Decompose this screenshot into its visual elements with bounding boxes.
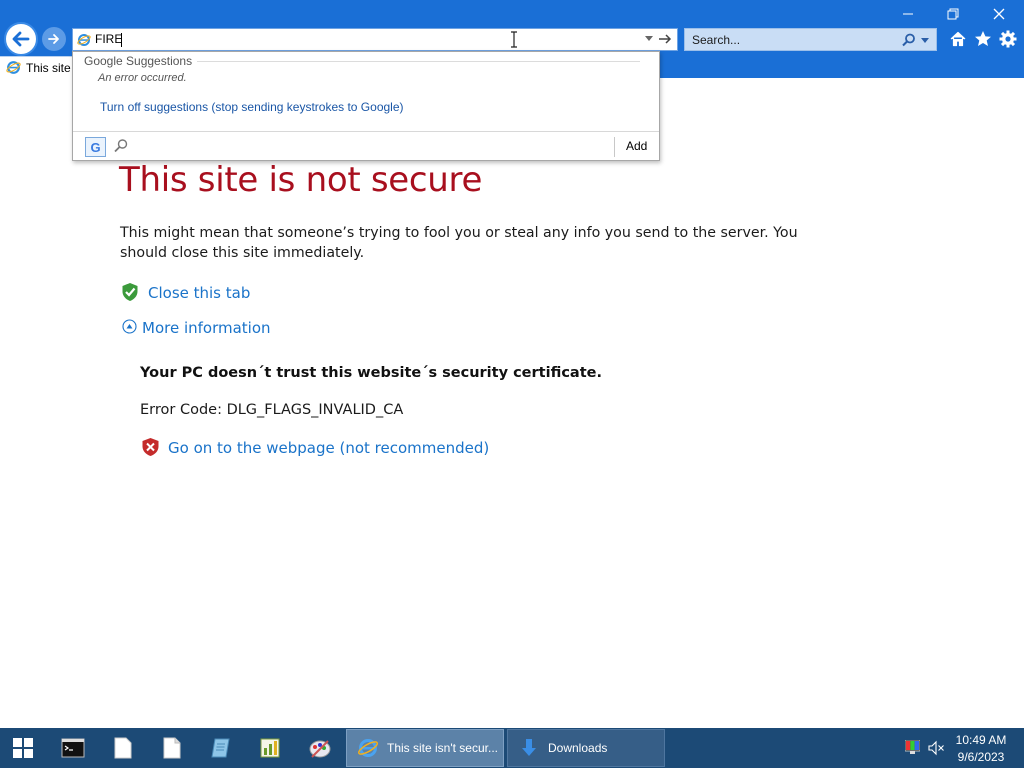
- paint-icon: [309, 740, 331, 758]
- document-icon: [163, 737, 181, 759]
- tab-this-site[interactable]: This site: [0, 56, 72, 78]
- red-shield-x-icon: [142, 438, 159, 456]
- text-caret: [121, 33, 122, 47]
- text-cursor-icon: [511, 31, 517, 48]
- restore-button[interactable]: [941, 4, 965, 24]
- go-arrow-icon[interactable]: [657, 31, 673, 47]
- green-shield-check-icon: [122, 283, 138, 301]
- taskbar-paint[interactable]: [297, 728, 343, 768]
- close-tab-link[interactable]: Close this tab: [148, 284, 250, 302]
- tab-label: This site: [26, 61, 71, 75]
- error-code: Error Code: DLG_FLAGS_INVALID_CA: [140, 402, 404, 418]
- home-icon[interactable]: [948, 29, 968, 49]
- more-information-link[interactable]: More information: [142, 319, 271, 337]
- taskbar-notepad[interactable]: [198, 728, 244, 768]
- close-window-button[interactable]: [987, 4, 1011, 24]
- document-icon: [114, 737, 132, 759]
- notepad-icon: [211, 738, 230, 758]
- taskbar: This site isn't secur... Downloads: [0, 728, 1024, 768]
- suggestions-error: An error occurred.: [98, 72, 187, 84]
- certificate-trust-message: Your PC doesn´t trust this website´s sec…: [140, 365, 602, 381]
- forward-arrow-icon: [48, 34, 59, 44]
- search-input-placeholder[interactable]: Search...: [692, 33, 740, 47]
- taskbar-chart-app[interactable]: [247, 728, 293, 768]
- address-bar[interactable]: FIRE: [72, 28, 678, 51]
- add-provider-button[interactable]: Add: [626, 139, 647, 153]
- start-button[interactable]: [0, 728, 46, 768]
- search-icon[interactable]: [901, 32, 917, 48]
- warning-description: This might mean that someone’s trying to…: [120, 225, 798, 261]
- google-provider-button[interactable]: G: [85, 137, 106, 157]
- page-title: This site is not secure: [119, 160, 483, 200]
- back-arrow-icon: [12, 31, 30, 47]
- taskbar-cmd[interactable]: [50, 728, 96, 768]
- suggestions-dropdown: Google Suggestions An error occurred. Tu…: [72, 51, 660, 161]
- taskbar-task-ie[interactable]: This site isn't secur...: [346, 729, 504, 767]
- suggestions-divider: [197, 61, 640, 62]
- clock-date[interactable]: 9/6/2023: [948, 750, 1014, 764]
- chart-icon: [260, 738, 280, 758]
- taskbar-task-downloads[interactable]: Downloads: [507, 729, 665, 767]
- gear-icon[interactable]: [998, 29, 1018, 49]
- address-dropdown-icon[interactable]: [645, 36, 653, 41]
- chevron-up-circle-icon: [122, 319, 137, 334]
- task-label: This site isn't secur...: [387, 741, 498, 755]
- taskbar-document-1[interactable]: [100, 728, 146, 768]
- search-provider-icon[interactable]: [113, 138, 129, 154]
- ie-icon: [357, 739, 379, 757]
- go-on-to-webpage-link[interactable]: Go on to the webpage (not recommended): [168, 439, 489, 457]
- forward-button[interactable]: [42, 27, 66, 51]
- search-box[interactable]: Search...: [684, 28, 937, 51]
- download-arrow-icon: [522, 739, 536, 756]
- minimize-button[interactable]: [896, 4, 920, 24]
- suggestions-title: Google Suggestions: [84, 54, 193, 68]
- windows-logo-icon: [13, 738, 33, 758]
- suggestions-footer: G Add: [73, 131, 659, 160]
- back-button[interactable]: [4, 22, 38, 56]
- turn-off-suggestions-link[interactable]: Turn off suggestions (stop sending keyst…: [100, 100, 404, 114]
- search-dropdown-icon[interactable]: [921, 38, 929, 43]
- ie-icon: [6, 61, 21, 74]
- display-color-icon[interactable]: [905, 740, 920, 754]
- google-icon: G: [90, 139, 101, 155]
- favorites-star-icon[interactable]: [973, 29, 993, 49]
- address-input-value[interactable]: FIRE: [95, 32, 122, 46]
- ie-icon: [77, 34, 91, 46]
- clock-time[interactable]: 10:49 AM: [948, 733, 1014, 747]
- volume-muted-icon[interactable]: [927, 740, 945, 756]
- footer-separator: [614, 137, 615, 157]
- cmd-icon: [61, 738, 85, 758]
- taskbar-document-2[interactable]: [149, 728, 195, 768]
- task-label: Downloads: [548, 741, 608, 755]
